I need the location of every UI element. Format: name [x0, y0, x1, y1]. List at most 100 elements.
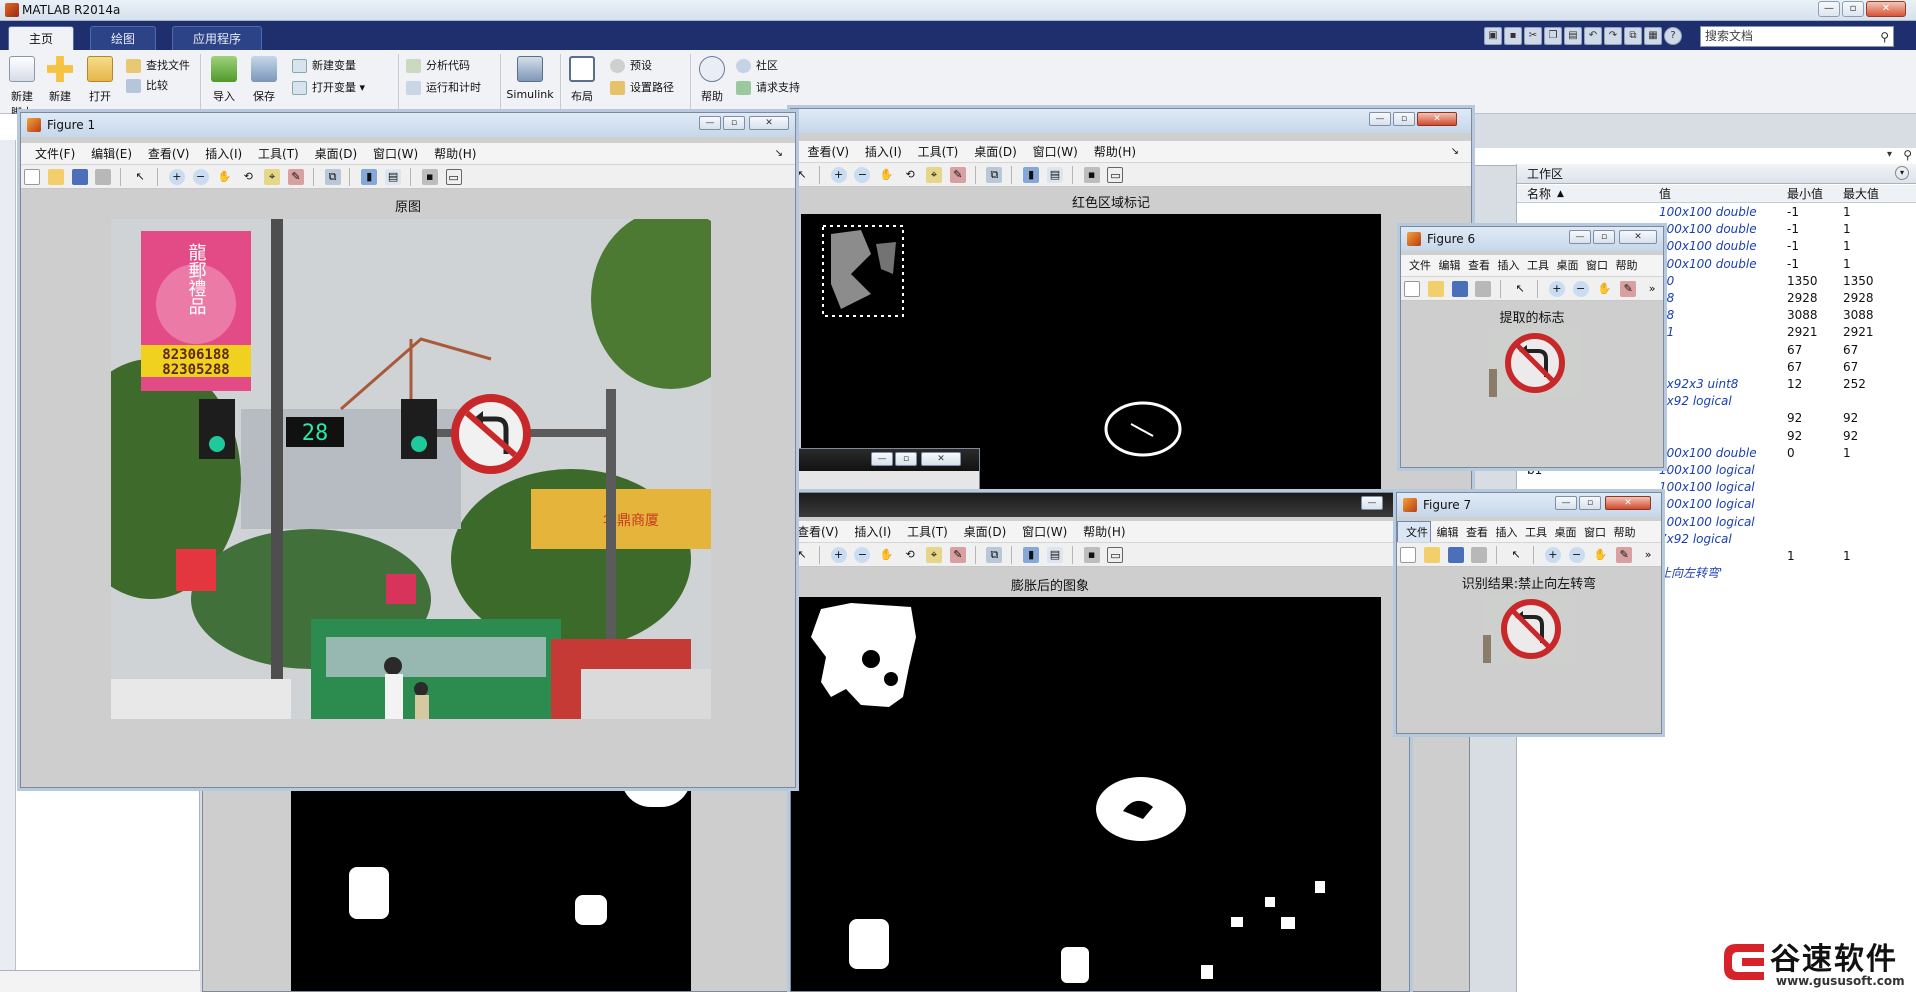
colorbar-icon[interactable]: ▮: [1023, 167, 1040, 183]
pointer-icon[interactable]: ↖: [1508, 547, 1524, 563]
docs-icon[interactable]: ▦: [1644, 27, 1662, 45]
tab-plots[interactable]: 绘图: [90, 26, 157, 50]
col-name[interactable]: 名称: [1527, 185, 1551, 203]
show-plot-tools-icon[interactable]: ▭: [1107, 547, 1124, 563]
menu-window[interactable]: 窗口: [1584, 255, 1610, 276]
hide-plot-tools-icon[interactable]: ▪: [1083, 167, 1100, 183]
zoom-out-icon[interactable]: −: [1572, 281, 1589, 297]
menu-help[interactable]: 帮助(H): [1088, 141, 1142, 162]
figure-minimize-button[interactable]: —: [1369, 112, 1391, 126]
menu-help[interactable]: 帮助(H): [1077, 521, 1131, 542]
menu-edit[interactable]: 编辑(E): [85, 143, 138, 164]
figure-minimize-button[interactable]: —: [699, 116, 721, 130]
open-button[interactable]: 打开: [82, 56, 118, 104]
menu-view[interactable]: 查看: [1466, 255, 1492, 276]
fragment-maximize-button[interactable]: ▫: [895, 452, 917, 466]
figure-close-button[interactable]: ✕: [1417, 112, 1457, 126]
menu-desktop[interactable]: 桌面(D): [309, 143, 364, 164]
data-cursor-icon[interactable]: ⌖: [925, 547, 942, 563]
figure-maximize-button[interactable]: ▫: [1593, 230, 1615, 244]
minimize-button[interactable]: —: [1818, 1, 1840, 17]
new-button[interactable]: 新建: [42, 56, 78, 104]
figure-close-button[interactable]: ✕: [1619, 230, 1657, 244]
open-file-icon[interactable]: [47, 169, 64, 185]
brush-icon[interactable]: ✎: [1616, 547, 1633, 563]
figure-maximize-button[interactable]: ▫: [1579, 496, 1601, 510]
save-figure-icon[interactable]: [71, 169, 88, 185]
fragment-minimize-button[interactable]: —: [871, 452, 893, 466]
layout-icon[interactable]: ▣: [1484, 27, 1502, 45]
switch-windows-icon[interactable]: ⧉: [1624, 27, 1642, 45]
open-variable-button[interactable]: 打开变量 ▾: [292, 80, 365, 96]
new-figure-icon[interactable]: [1404, 281, 1420, 297]
menu-help[interactable]: 帮助: [1612, 522, 1638, 542]
data-cursor-icon[interactable]: ⌖: [925, 167, 942, 183]
menu-edit[interactable]: 编辑: [1437, 255, 1463, 276]
more-tools-icon[interactable]: »: [1640, 547, 1656, 563]
colorbar-icon[interactable]: ▮: [1023, 547, 1040, 563]
menu-insert[interactable]: 插入: [1494, 522, 1520, 542]
figure-close-button[interactable]: ✕: [1605, 496, 1651, 510]
menu-window[interactable]: 窗口(W): [1016, 521, 1073, 542]
pan-icon[interactable]: ✋: [216, 169, 232, 185]
figure-minimize-button[interactable]: —: [1555, 496, 1577, 510]
figure-maximize-button[interactable]: ▫: [723, 116, 745, 130]
figure-minimize-button[interactable]: —: [1361, 496, 1383, 510]
zoom-out-icon[interactable]: −: [192, 169, 209, 185]
menu-view[interactable]: 查看(V): [142, 143, 196, 164]
pointer-icon[interactable]: ↖: [794, 167, 810, 183]
pan-icon[interactable]: ✋: [1596, 281, 1612, 297]
set-path-button[interactable]: 设置路径: [610, 80, 674, 96]
brush-icon[interactable]: ✎: [949, 167, 966, 183]
zoom-in-icon[interactable]: +: [830, 547, 847, 563]
menu-tools[interactable]: 工具: [1523, 522, 1549, 542]
figure-close-button[interactable]: ✕: [749, 116, 789, 130]
menu-help[interactable]: 帮助: [1614, 255, 1640, 276]
redo-icon[interactable]: ↷: [1604, 27, 1622, 45]
menu-view[interactable]: 查看: [1464, 522, 1490, 542]
hide-plot-tools-icon[interactable]: ▪: [421, 169, 438, 185]
link-plot-icon[interactable]: ⧉: [324, 169, 341, 185]
colorbar-icon[interactable]: ▮: [361, 169, 378, 185]
menu-view[interactable]: 查看(V): [791, 521, 845, 542]
menu-help[interactable]: 帮助(H): [428, 143, 482, 164]
pan-icon[interactable]: ✋: [878, 547, 894, 563]
tab-apps[interactable]: 应用程序: [172, 26, 263, 50]
col-value[interactable]: 值: [1659, 185, 1671, 203]
run-and-time-button[interactable]: 运行和计时: [406, 80, 481, 96]
legend-icon[interactable]: ▤: [385, 169, 402, 185]
menu-file[interactable]: 文件: [1401, 255, 1433, 276]
col-min[interactable]: 最小值: [1787, 185, 1823, 203]
workspace-row[interactable]: 100x100 double -1 1: [1517, 204, 1916, 221]
community-button[interactable]: 社区: [736, 58, 778, 74]
search-documentation-input[interactable]: 搜索文档 ⚲: [1700, 26, 1894, 47]
simulink-button[interactable]: Simulink: [506, 56, 554, 101]
link-plot-icon[interactable]: ⧉: [986, 167, 1003, 183]
menu-window[interactable]: 窗口: [1582, 522, 1608, 542]
search-icon[interactable]: ⚲: [1903, 148, 1912, 162]
new-variable-button[interactable]: 新建变量: [292, 58, 356, 74]
rotate-icon[interactable]: ⟲: [902, 167, 918, 183]
open-file-icon[interactable]: [1427, 281, 1444, 297]
panel-actions-icon[interactable]: ▾: [1895, 166, 1909, 180]
menu-tools[interactable]: 工具(T): [912, 141, 965, 162]
figure-maximize-button[interactable]: ▫: [1393, 112, 1415, 126]
preferences-button[interactable]: 预设: [610, 58, 652, 74]
compare-button[interactable]: 比较: [126, 78, 168, 94]
menu-desktop[interactable]: 桌面: [1553, 522, 1579, 542]
maximize-button[interactable]: ▫: [1842, 1, 1864, 17]
help-icon[interactable]: ?: [1664, 27, 1682, 45]
import-button[interactable]: 导入: [206, 56, 242, 104]
menu-tools[interactable]: 工具(T): [901, 521, 954, 542]
print-icon[interactable]: [1471, 547, 1488, 563]
zoom-in-icon[interactable]: +: [830, 167, 847, 183]
menu-desktop[interactable]: 桌面: [1555, 255, 1581, 276]
col-max[interactable]: 最大值: [1843, 185, 1879, 203]
find-files-button[interactable]: 查找文件: [126, 58, 190, 74]
zoom-out-icon[interactable]: −: [854, 167, 871, 183]
undo-icon[interactable]: ↶: [1584, 27, 1602, 45]
help-button[interactable]: 帮助: [694, 56, 730, 104]
save-figure-icon[interactable]: [1451, 281, 1468, 297]
tab-home[interactable]: 主页: [8, 26, 75, 50]
new-figure-icon[interactable]: [1400, 547, 1416, 563]
